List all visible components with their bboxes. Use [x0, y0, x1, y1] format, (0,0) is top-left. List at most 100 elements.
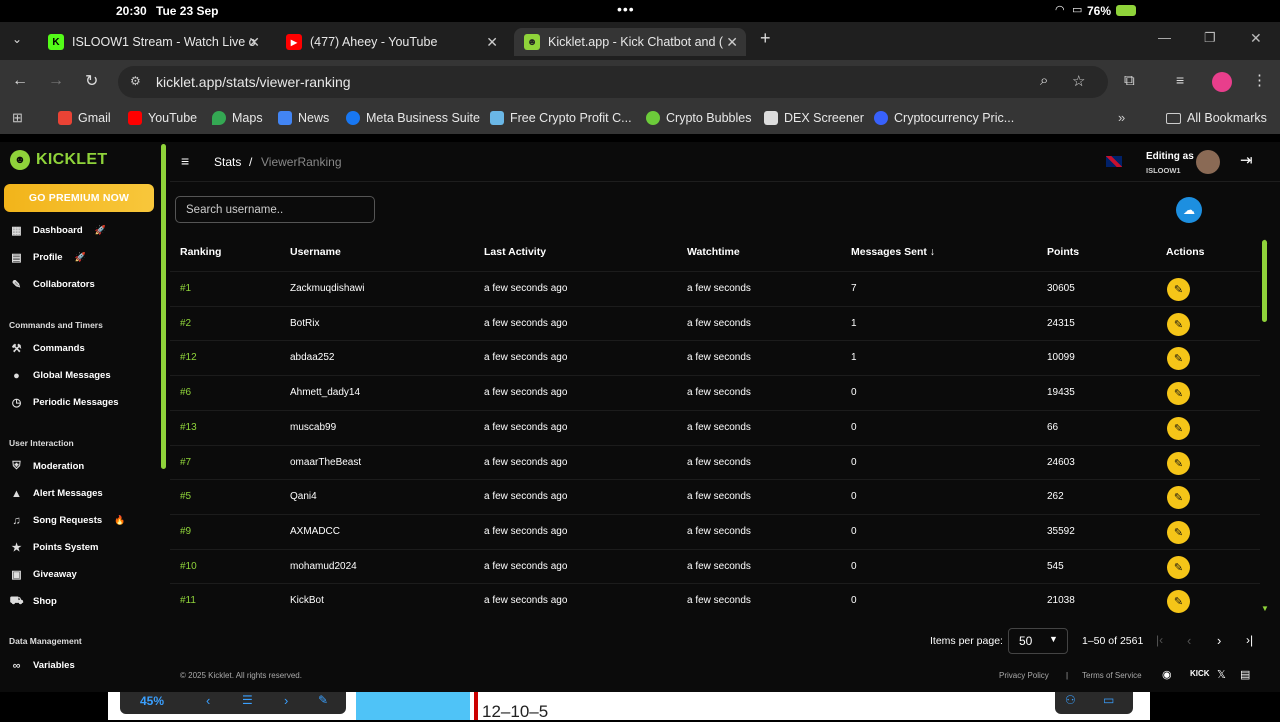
logout-icon[interactable]: ⇥ — [1240, 151, 1253, 169]
cloud-icon[interactable]: ☁ — [1176, 197, 1202, 223]
cell-points: 545 — [1047, 560, 1064, 572]
tab-kicklet[interactable]: ☻ Kicklet.app - Kick Chatbot and ( ✕ — [514, 28, 746, 56]
section-user-interaction: User Interaction — [9, 438, 74, 448]
sidebar-item-collaborators[interactable]: ✎ Collaborators — [10, 278, 95, 291]
sidebar-item-shop[interactable]: ⛟ Shop — [10, 595, 57, 608]
kicklet-logo[interactable]: ☻ KICKLET — [10, 150, 107, 170]
kick-icon[interactable]: KICK — [1190, 669, 1210, 678]
bookmark-dex-screener[interactable]: DEX Screener — [764, 111, 864, 125]
edit-icon[interactable]: ✎ — [1167, 278, 1190, 301]
menu-kebab-icon[interactable]: ⋮ — [1252, 71, 1267, 89]
all-bookmarks[interactable]: All Bookmarks — [1166, 111, 1267, 125]
zoom-level[interactable]: 45% — [140, 694, 164, 708]
sidebar-item-points-system[interactable]: ★ Points System — [10, 541, 99, 554]
edit-icon[interactable]: ✎ — [1167, 451, 1190, 475]
sidebar-item-commands[interactable]: ⚒ Commands — [10, 342, 85, 355]
media-icon[interactable]: ≡ — [1176, 72, 1184, 88]
restore-icon[interactable]: ❐ — [1204, 30, 1216, 46]
next-page-icon[interactable]: › — [1217, 633, 1221, 648]
bookmark-youtube[interactable]: YouTube — [128, 111, 197, 125]
tab-youtube[interactable]: ▶ (477) Aheey - YouTube ✕ — [276, 28, 506, 56]
window-close-icon[interactable]: ✕ — [1250, 30, 1262, 47]
viewer-back-icon[interactable]: ‹ — [206, 693, 210, 708]
sidebar-item-giveaway[interactable]: ▣ Giveaway — [10, 568, 77, 581]
sidebar-item-periodic-messages[interactable]: ◷ Periodic Messages — [10, 396, 119, 409]
header-ranking[interactable]: Ranking — [180, 246, 221, 258]
terms-link[interactable]: Terms of Service — [1082, 671, 1142, 680]
zoom-search-icon[interactable]: ⌕ — [1040, 72, 1048, 89]
sidebar-scrollbar[interactable] — [161, 144, 166, 469]
bookmark-crypto-bubbles[interactable]: Crypto Bubbles — [646, 111, 751, 125]
prev-page-icon[interactable]: ‹ — [1187, 633, 1191, 648]
tab-kick-stream[interactable]: K ISLOOW1 Stream - Watch Live o ✕ — [38, 28, 268, 56]
edit-icon[interactable]: ✎ — [1167, 382, 1190, 406]
sidebar-item-dashboard[interactable]: ▦ Dashboard 🚀 — [10, 224, 106, 237]
new-tab-icon[interactable]: + — [760, 28, 771, 49]
viewer-list-icon[interactable]: ☰ — [242, 693, 253, 707]
first-page-icon[interactable]: |‹ — [1156, 633, 1163, 647]
last-page-icon[interactable]: ›| — [1246, 633, 1253, 647]
reload-icon[interactable]: ↻ — [85, 71, 98, 91]
breadcrumb-stats[interactable]: Stats — [214, 155, 241, 169]
discord-icon[interactable]: ◉ — [1162, 668, 1172, 681]
viewer-window-icon[interactable]: ▭ — [1103, 693, 1114, 707]
edit-icon[interactable]: ✎ — [1167, 555, 1190, 579]
privacy-policy-link[interactable]: Privacy Policy — [999, 671, 1049, 680]
profile-avatar-icon[interactable] — [1212, 72, 1232, 92]
menu-toggle-icon[interactable]: ≡ — [181, 153, 189, 169]
go-premium-button[interactable]: GO PREMIUM NOW — [4, 184, 154, 212]
forward-icon[interactable]: → — [48, 72, 64, 90]
breadcrumb-separator: / — [249, 155, 253, 169]
uk-flag-icon[interactable] — [1106, 156, 1122, 167]
sidebar-item-profile[interactable]: ▤ Profile 🚀 — [10, 251, 85, 264]
sidebar-item-song-requests[interactable]: ♫ Song Requests 🔥 — [10, 514, 125, 527]
bookmark-news[interactable]: News — [278, 111, 329, 125]
viewer-people-icon[interactable]: ⚇ — [1065, 693, 1076, 707]
header-points[interactable]: Points — [1047, 246, 1079, 258]
viewer-forward-icon[interactable]: › — [284, 693, 288, 708]
editing-as-label: Editing as — [1146, 151, 1194, 162]
header-username[interactable]: Username — [290, 246, 341, 258]
bookmark-maps[interactable]: Maps — [212, 111, 263, 125]
viewer-edit-icon[interactable]: ✎ — [318, 693, 328, 707]
sidebar-item-alert-messages[interactable]: ▲ Alert Messages — [10, 487, 103, 500]
edit-icon[interactable]: ✎ — [1167, 416, 1190, 440]
header-watchtime[interactable]: Watchtime — [687, 246, 740, 258]
scroll-up-icon[interactable]: ▲ — [1261, 237, 1269, 246]
more-bookmarks-icon[interactable]: » — [1118, 110, 1125, 125]
edit-icon[interactable]: ✎ — [1167, 590, 1190, 614]
tab-search-icon[interactable]: ⌄ — [12, 32, 22, 46]
header-last-activity[interactable]: Last Activity — [484, 246, 546, 258]
close-icon[interactable]: ✕ — [248, 34, 260, 51]
document-icon[interactable]: ▤ — [1240, 668, 1250, 681]
sidebar-item-global-messages[interactable]: ● Global Messages — [10, 369, 110, 382]
table-scrollbar[interactable] — [1262, 240, 1267, 322]
user-avatar[interactable] — [1196, 150, 1220, 174]
edit-icon[interactable]: ✎ — [1167, 312, 1190, 336]
items-per-page-select[interactable]: 50 ▼ — [1008, 628, 1068, 654]
bookmark-cryptocurrency[interactable]: Cryptocurrency Pric... — [874, 111, 1014, 125]
edit-icon[interactable]: ✎ — [1167, 347, 1190, 371]
close-icon[interactable]: ✕ — [486, 34, 498, 51]
scroll-down-icon[interactable]: ▼ — [1261, 604, 1269, 613]
edit-icon[interactable]: ✎ — [1167, 520, 1190, 544]
bookmark-gmail[interactable]: Gmail — [58, 111, 111, 125]
header-messages-sent[interactable]: Messages Sent ↓ — [851, 246, 935, 258]
cell-ranking: #11 — [180, 595, 196, 607]
edit-icon[interactable]: ✎ — [1167, 486, 1190, 510]
search-username-input[interactable] — [175, 196, 375, 223]
back-icon[interactable]: ← — [12, 72, 28, 90]
bookmark-meta[interactable]: Meta Business Suite — [346, 111, 480, 125]
bookmark-star-icon[interactable]: ☆ — [1072, 72, 1085, 90]
x-icon[interactable]: 𝕏 — [1217, 668, 1226, 681]
sidebar-item-moderation[interactable]: ⛨ Moderation — [10, 460, 84, 473]
sidebar-item-variables[interactable]: ∞ Variables — [10, 659, 75, 672]
site-info-icon[interactable]: ⚙ — [130, 74, 141, 88]
extensions-icon[interactable]: ⧉ — [1124, 72, 1135, 89]
apps-grid-icon[interactable]: ⊞ — [12, 110, 23, 126]
minimize-icon[interactable]: — — [1158, 30, 1171, 45]
wrench-icon: ⚒ — [11, 343, 22, 355]
address-bar[interactable]: ⚙ kicklet.app/stats/viewer-ranking ⌕ ☆ — [118, 66, 1108, 98]
close-icon[interactable]: ✕ — [726, 34, 738, 51]
bookmark-free-crypto[interactable]: Free Crypto Profit C... — [490, 111, 632, 125]
